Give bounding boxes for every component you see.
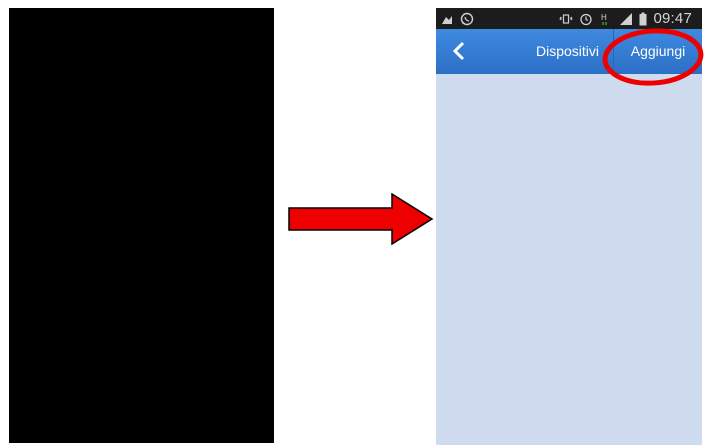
navigation-bar: Dispositivi Aggiungi bbox=[436, 29, 702, 74]
status-time: 09:47 bbox=[653, 10, 692, 27]
whatsapp-icon bbox=[460, 12, 474, 26]
status-bar: H 09:47 bbox=[436, 8, 702, 29]
signal-icon bbox=[619, 12, 633, 26]
svg-text:H: H bbox=[601, 13, 607, 22]
device-list-empty bbox=[436, 74, 702, 445]
hspa-icon: H bbox=[599, 12, 613, 26]
page-title: Dispositivi bbox=[536, 43, 600, 59]
back-button[interactable] bbox=[446, 37, 472, 65]
red-arrow-icon bbox=[288, 193, 434, 245]
phone-screen: H 09:47 Dispositivi Aggiungi bbox=[436, 8, 702, 445]
add-button[interactable]: Aggiungi bbox=[613, 29, 702, 74]
battery-icon bbox=[639, 12, 647, 26]
vibrate-icon bbox=[559, 12, 574, 26]
alarm-icon bbox=[579, 12, 593, 26]
download-icon bbox=[440, 12, 454, 26]
chevron-left-icon bbox=[452, 41, 465, 61]
previous-screen-blank bbox=[9, 8, 274, 443]
tutorial-canvas: H 09:47 Dispositivi Aggiungi bbox=[0, 0, 705, 445]
